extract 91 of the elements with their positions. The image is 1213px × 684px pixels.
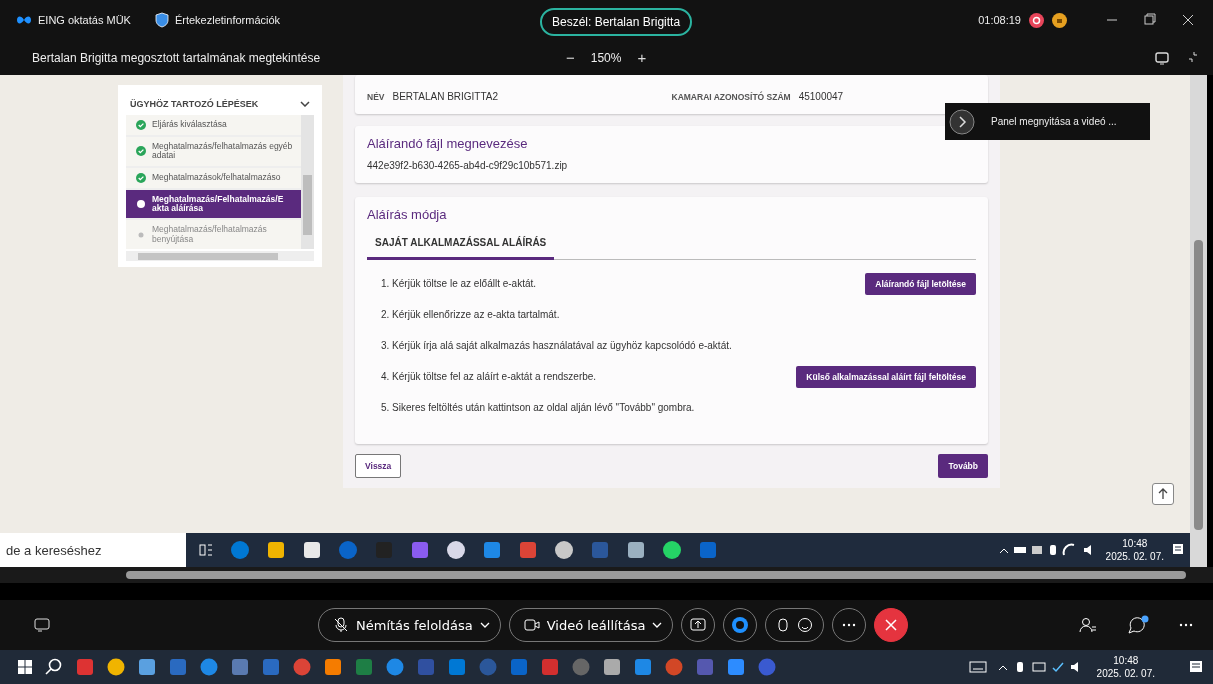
more-icon <box>842 623 857 627</box>
scrollbar[interactable] <box>0 567 1213 583</box>
instruction-text: 3. Kérjük írja alá saját alkalmazás használatával az ügyhöz kapcsolódó e-aktát. <box>381 340 732 351</box>
muted-microphone-icon <box>333 617 349 633</box>
instruction-text: 4. Kérjük töltse fel az aláírt e-aktát a rendszerbe. <box>381 371 597 382</box>
keyboard-icon[interactable] <box>968 661 987 673</box>
speaker-indicator: Beszél: Bertalan Brigitta <box>540 8 693 36</box>
zoom-in-button[interactable]: + <box>633 49 651 66</box>
app-name: EING oktatás MÜK <box>38 14 131 26</box>
step-dot-icon <box>136 199 146 210</box>
stop-video-button[interactable]: Videó leállítása <box>508 608 674 642</box>
search-icon[interactable] <box>45 658 63 676</box>
zoom-level: 150% <box>590 50 622 65</box>
instruction-text: 2. Kérjük ellenőrizze az e-akta tartalmát. <box>381 309 560 320</box>
app-icon[interactable] <box>554 540 574 560</box>
instruction-text: 1. Kérjük töltse le az előállt e-aktát. <box>381 278 537 289</box>
clock-date: 2025. 02. 07. <box>1096 667 1155 680</box>
instruction-text: 5. Sikeres feltöltés után kattintson az oldal alján lévő "Tovább" gombra. <box>381 402 695 413</box>
field-label: NÉV <box>367 91 385 102</box>
task-view-icon[interactable] <box>198 542 214 558</box>
step-item[interactable]: Meghatalmazás/felhatalmazás egyéb adatai <box>126 137 301 166</box>
chevron-down-icon <box>479 622 490 628</box>
app-button[interactable] <box>723 608 758 642</box>
step-item[interactable]: Meghatalmazás/felhatalmazás benyújtása <box>126 220 301 250</box>
card-heading: Aláírás módja <box>367 207 448 222</box>
scrollbar[interactable] <box>301 115 314 250</box>
participants-icon[interactable] <box>1079 617 1097 633</box>
app-icon[interactable] <box>302 540 322 560</box>
scroll-top-button[interactable] <box>1152 483 1174 505</box>
back-button[interactable]: Vissza <box>355 454 402 478</box>
chevron-circle-icon[interactable] <box>949 108 975 135</box>
app-icon[interactable] <box>446 540 466 560</box>
scrollbar[interactable] <box>126 251 314 262</box>
meeting-info-link[interactable]: Értekezletinformációk <box>174 14 281 26</box>
app-logo-icon <box>16 14 32 26</box>
share-button[interactable] <box>681 608 716 642</box>
step-label: Meghatalmazás/felhatalmazás egyéb adatai <box>152 142 294 161</box>
action-button[interactable]: Aláírandó fájl letöltése <box>865 272 976 295</box>
captions-icon[interactable] <box>34 618 50 632</box>
app-icon[interactable] <box>324 658 342 676</box>
step-label: Eljárás kiválasztása <box>152 120 227 130</box>
step-item[interactable]: Eljárás kiválasztása <box>126 115 301 135</box>
emoji-icon <box>797 617 814 633</box>
field-label: KAMARAI AZONOSÍTÓ SZÁM <box>671 91 791 102</box>
card-heading: Aláírandó fájl megnevezése <box>367 136 529 151</box>
app-icon[interactable] <box>107 658 125 676</box>
arrow-up-icon <box>1158 488 1168 500</box>
chevron-down-icon[interactable] <box>300 101 310 107</box>
close-icon <box>885 619 898 631</box>
more-options-button[interactable] <box>832 608 867 642</box>
step-label: Meghatalmazások/felhatalmazáso <box>152 173 281 183</box>
next-button[interactable]: Tovább <box>938 454 988 478</box>
scrollbar[interactable] <box>1190 75 1207 567</box>
action-button[interactable]: Külső alkalmazással aláírt fájl feltöltése <box>796 365 976 388</box>
more-icon[interactable] <box>1179 623 1193 627</box>
app-icon[interactable] <box>266 540 286 560</box>
unmute-button[interactable]: Némítás feloldása <box>318 608 501 642</box>
clock-date: 2025. 02. 07. <box>1105 550 1164 563</box>
search-field[interactable]: de a kereséshez <box>0 533 186 567</box>
steps-panel-title: ÜGYHÖZ TARTOZÓ LÉPÉSEK <box>130 99 259 109</box>
elapsed-time: 01:08:19 <box>978 14 1021 26</box>
step-label: Meghatalmazás/Felhatalmazás/E akta aláírása <box>152 194 285 214</box>
recording-icon <box>1029 12 1044 28</box>
screen-icon[interactable] <box>1155 50 1169 65</box>
camera-icon <box>523 619 540 631</box>
zoom-out-button[interactable]: − <box>562 49 579 66</box>
app-icon[interactable] <box>603 658 621 676</box>
share-screen-icon <box>690 618 707 632</box>
chat-icon[interactable] <box>1127 615 1149 635</box>
field-value: 45100047 <box>798 91 844 102</box>
tab[interactable]: SAJÁT ALKALMAZÁSSAL ALÁÍRÁS <box>367 231 555 260</box>
file-name: 442e39f2-b630-4265-ab4d-c9f29c10b571.zip <box>367 160 569 171</box>
chevron-down-icon <box>652 622 663 628</box>
tooltip-text: Panel megnyitása a videó ... <box>991 116 1117 127</box>
leave-meeting-button[interactable] <box>874 608 909 642</box>
field-value: BERTALAN BRIGITTA2 <box>392 91 499 102</box>
clock-time: 10:48 <box>1121 537 1149 550</box>
raise-hand-icon <box>776 617 791 633</box>
step-label: Meghatalmazás/felhatalmazás benyújtása <box>152 225 268 245</box>
clock-time: 10:48 <box>1112 654 1140 667</box>
notification-icon[interactable] <box>1172 543 1184 557</box>
notification-icon[interactable] <box>1189 660 1203 674</box>
shared-content-title: Bertalan Brigitta megosztott tartalmának megtekintése <box>32 50 322 65</box>
start-icon[interactable] <box>18 660 32 674</box>
step-item[interactable]: Meghatalmazások/felhatalmazáso <box>126 167 301 188</box>
app-icon[interactable] <box>138 658 156 676</box>
app-icon[interactable] <box>626 540 646 560</box>
shield-icon <box>154 12 169 28</box>
step-item[interactable]: Meghatalmazás/Felhatalmazás/E akta aláírása <box>126 189 301 219</box>
app-icon[interactable] <box>662 540 682 560</box>
app-logo-icon <box>731 616 750 634</box>
